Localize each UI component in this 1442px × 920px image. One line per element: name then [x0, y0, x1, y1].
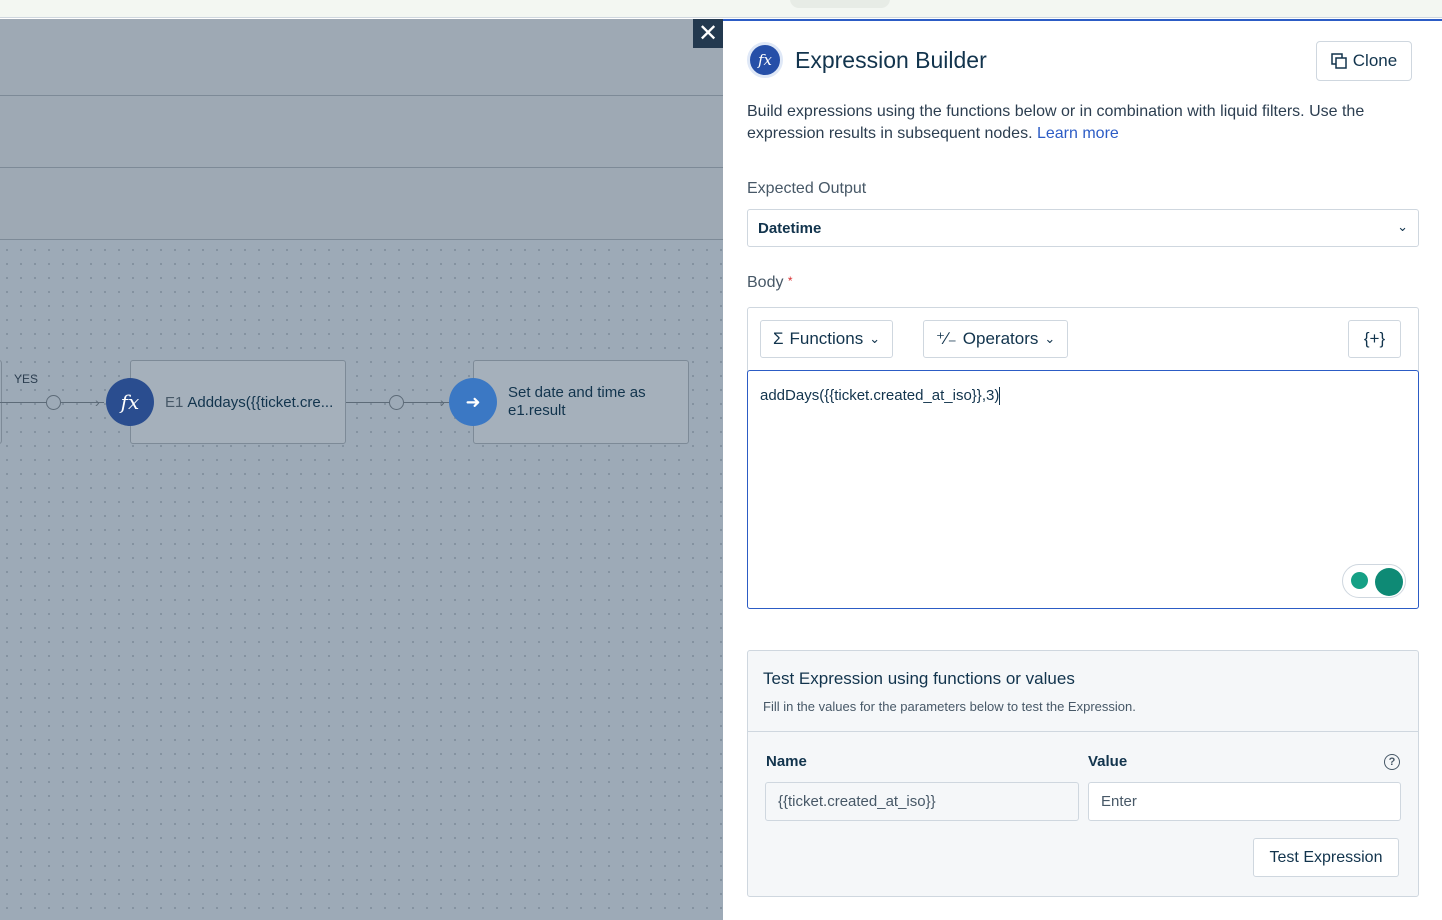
expression-builder-panel: fx Expression Builder Clone Build expres… — [723, 19, 1442, 920]
grammarly-widget[interactable] — [1342, 564, 1406, 598]
learn-more-link[interactable]: Learn more — [1037, 125, 1119, 142]
operators-label: Operators — [962, 329, 1039, 348]
close-icon: ✕ — [697, 20, 719, 47]
canvas-band — [0, 96, 723, 168]
connector-dot[interactable] — [46, 395, 61, 410]
editor-toolbar: Σ Functions ⌄ ⁺∕₋ Operators ⌄ {+} — [748, 308, 1418, 370]
expected-output-value: Datetime — [758, 220, 822, 237]
workflow-canvas: YES › E1 Adddays({{ticket.cre... fx › Set… — [0, 19, 723, 920]
expression-text: addDays({{ticket.created_at_iso}},3) — [760, 387, 1001, 406]
required-marker: * — [787, 274, 793, 288]
panel-title: Expression Builder — [795, 47, 987, 73]
grammarly-icon — [1375, 568, 1403, 596]
canvas-band — [0, 168, 723, 240]
copy-icon — [1331, 53, 1347, 69]
lightbulb-icon — [1351, 572, 1368, 589]
action-node-card[interactable]: Set date and time as e1.result — [473, 360, 689, 444]
body-label: Body * — [747, 274, 793, 291]
operators-dropdown[interactable]: ⁺∕₋ Operators ⌄ — [923, 320, 1069, 358]
action-node-label: Set date and time as e1.result — [508, 384, 646, 419]
test-subtitle: Fill in the values for the parameters be… — [763, 699, 1136, 714]
clone-label: Clone — [1352, 51, 1398, 70]
expected-output-select[interactable]: Datetime ⌄ — [747, 209, 1419, 247]
expression-node-card[interactable]: E1 Adddays({{ticket.cre... — [130, 360, 346, 444]
value-column-header: Value — [1088, 753, 1128, 770]
functions-dropdown[interactable]: Σ Functions ⌄ — [760, 320, 894, 358]
arrow-icon: › — [440, 394, 445, 410]
body-editor: Σ Functions ⌄ ⁺∕₋ Operators ⌄ {+} addDay… — [747, 307, 1419, 609]
param-value-input[interactable]: Enter — [1088, 782, 1401, 821]
chevron-down-icon: ⌄ — [1397, 219, 1408, 234]
chevron-down-icon: ⌄ — [1044, 331, 1056, 346]
function-icon: fx — [747, 42, 783, 78]
function-icon[interactable]: fx — [106, 378, 154, 426]
arrow-icon: › — [95, 394, 100, 410]
test-expression-button[interactable]: Test Expression — [1253, 838, 1399, 877]
test-title: Test Expression using functions or value… — [763, 669, 1075, 688]
sigma-icon: Σ — [773, 329, 784, 348]
top-strip — [0, 0, 1442, 18]
functions-label: Functions — [789, 329, 864, 348]
clone-button[interactable]: Clone — [1316, 41, 1412, 81]
plus-minus-icon: ⁺∕₋ — [936, 329, 957, 348]
action-arrow-icon[interactable]: ➜ — [449, 378, 497, 426]
yes-branch-label: YES — [14, 372, 39, 386]
top-pill — [790, 0, 890, 8]
name-column-header: Name — [766, 753, 807, 770]
expected-output-label: Expected Output — [747, 180, 867, 197]
description: Build expressions using the functions be… — [747, 101, 1417, 145]
expression-editor[interactable]: addDays({{ticket.created_at_iso}},3) — [747, 370, 1419, 609]
insert-placeholder-button[interactable]: {+} — [1348, 320, 1401, 358]
close-panel-button[interactable]: ✕ — [693, 19, 723, 48]
help-icon[interactable]: ? — [1384, 754, 1400, 770]
canvas-band — [0, 19, 723, 96]
param-name-field: {{ticket.created_at_iso}} — [765, 782, 1079, 821]
expression-node-label: E1 Adddays({{ticket.cre... — [165, 394, 334, 411]
text-caret — [999, 387, 1001, 406]
test-header: Test Expression using functions or value… — [748, 651, 1418, 732]
connector-dot[interactable] — [389, 395, 404, 410]
test-expression-section: Test Expression using functions or value… — [747, 650, 1419, 897]
chevron-down-icon: ⌄ — [869, 331, 881, 346]
